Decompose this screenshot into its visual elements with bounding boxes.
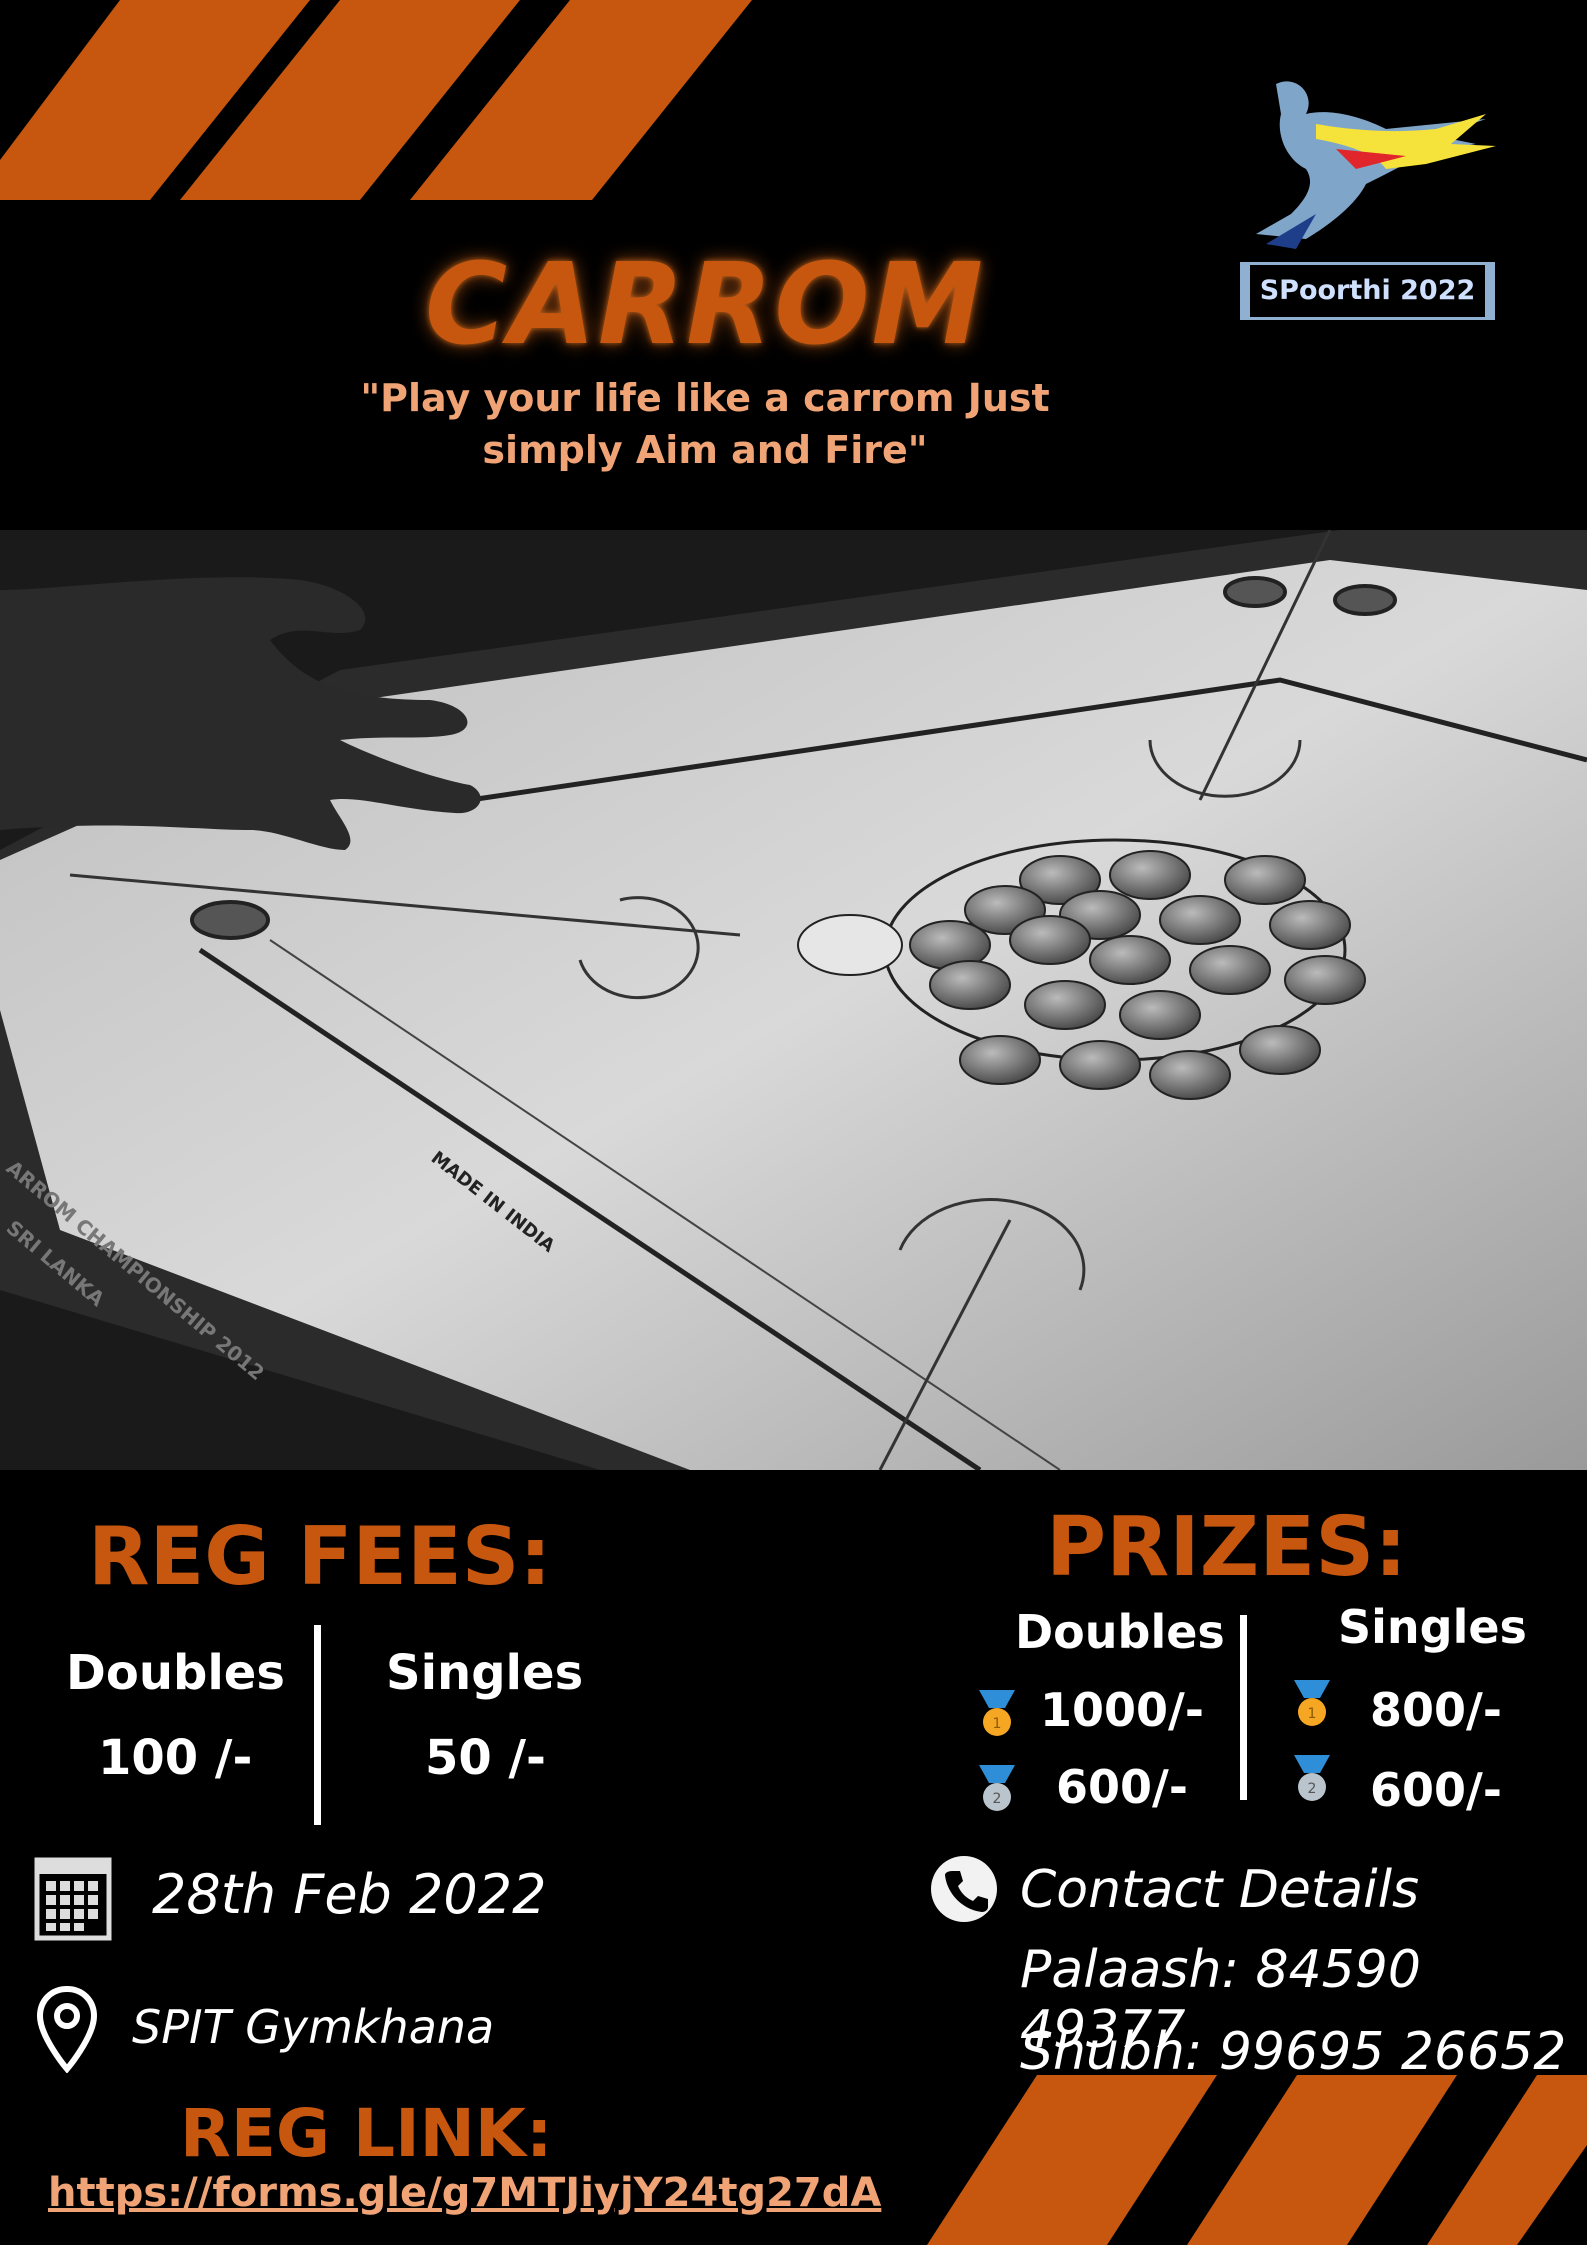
phone-icon	[931, 1856, 997, 1922]
carrom-board-photo: MADE IN INDIA ARROM CHAMPIONSHIP 2012 SR…	[0, 530, 1587, 1470]
reg-fees-doubles-label: Doubles	[66, 1645, 285, 1701]
prizes-doubles-second: 600/-	[1056, 1760, 1188, 1814]
silver-medal-icon: 2	[979, 1765, 1015, 1811]
reg-fees-heading: REG FEES:	[88, 1510, 552, 1603]
tagline-line-1: "Play your life like a carrom Just	[360, 376, 1050, 420]
svg-text:2: 2	[1308, 1781, 1317, 1797]
reg-fees-singles-label: Singles	[386, 1645, 584, 1701]
tagline-line-2: simply Aim and Fire"	[482, 428, 928, 472]
prizes-doubles-first: 1000/-	[1040, 1683, 1204, 1737]
reg-fees-divider	[314, 1625, 321, 1825]
registration-link[interactable]: https://forms.gle/g7MTJiyjY24tg27dA	[48, 2170, 881, 2216]
svg-text:1: 1	[1308, 1706, 1317, 1722]
prizes-singles-label: Singles	[1338, 1600, 1527, 1654]
top-left-stripe-decoration	[0, 0, 310, 200]
calendar-icon	[34, 1857, 112, 1941]
contact-heading: Contact Details	[1020, 1860, 1420, 1920]
prizes-singles-second: 600/-	[1370, 1763, 1502, 1817]
prizes-singles-first: 800/-	[1370, 1683, 1502, 1737]
silver-medal-icon: 2	[1294, 1755, 1330, 1801]
location-pin-icon	[36, 1985, 98, 2073]
svg-text:2: 2	[993, 1791, 1002, 1807]
svg-text:1: 1	[993, 1716, 1002, 1732]
page-title: CARROM	[424, 240, 986, 370]
prizes-heading: PRIZES:	[1046, 1500, 1408, 1595]
prizes-doubles-label: Doubles	[1015, 1605, 1225, 1659]
prizes-divider	[1240, 1615, 1247, 1800]
contact-person-2: Shubh: 99695 26652	[1020, 2022, 1567, 2082]
event-date: 28th Feb 2022	[152, 1863, 547, 1926]
gold-medal-icon: 1	[979, 1690, 1015, 1736]
bottom-stripes-decoration	[927, 2075, 1587, 2245]
reg-fees-doubles-value: 100 /-	[98, 1730, 253, 1786]
tagline: "Play your life like a carrom Just simpl…	[330, 372, 1080, 476]
reg-link-heading: REG LINK:	[180, 2095, 553, 2172]
event-venue: SPIT Gymkhana	[132, 2000, 495, 2054]
reg-fees-singles-value: 50 /-	[425, 1730, 546, 1786]
gold-medal-icon: 1	[1294, 1680, 1330, 1726]
